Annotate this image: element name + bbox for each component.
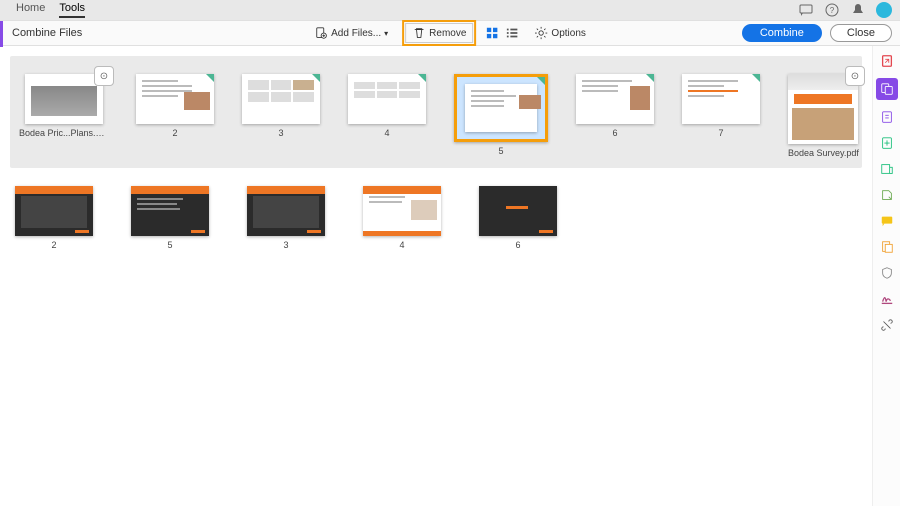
thumbnail-item[interactable]: 5 bbox=[126, 186, 214, 250]
thumbnail-page: 2 bbox=[51, 240, 56, 250]
grid-view-button[interactable] bbox=[484, 25, 500, 41]
page-thumbnail[interactable] bbox=[247, 186, 325, 236]
remove-highlight: Remove bbox=[402, 20, 476, 46]
right-rail bbox=[872, 46, 900, 506]
list-icon bbox=[505, 26, 519, 40]
corner-fold-icon bbox=[312, 74, 320, 82]
corner-fold-icon bbox=[752, 74, 760, 82]
thumbnail-item[interactable]: 6 bbox=[474, 186, 562, 250]
remove-label: Remove bbox=[429, 28, 466, 39]
file-group-row1: ⊙ Bodea Pric...Plans.pptx 2 bbox=[10, 56, 862, 168]
combine-button[interactable]: Combine bbox=[742, 24, 822, 42]
thumbnail-item[interactable]: 2 bbox=[136, 74, 214, 158]
thumbnail-page: 7 bbox=[718, 128, 723, 138]
sign-icon[interactable] bbox=[878, 290, 896, 308]
page-thumbnail[interactable] bbox=[363, 186, 441, 236]
tab-tools[interactable]: Tools bbox=[59, 2, 85, 18]
tool-accent bbox=[0, 21, 3, 47]
remove-button[interactable]: Remove bbox=[405, 23, 473, 43]
combine-icon[interactable] bbox=[876, 78, 898, 100]
app-tabs: Home Tools bbox=[8, 2, 85, 18]
shield-icon[interactable] bbox=[878, 264, 896, 282]
thumbnail-page: 3 bbox=[283, 240, 288, 250]
page-thumbnail[interactable] bbox=[25, 74, 103, 124]
edit-pdf-icon[interactable] bbox=[878, 108, 896, 126]
view-toggle bbox=[484, 25, 520, 41]
trash-icon bbox=[412, 26, 426, 40]
thumbnail-item[interactable]: ⊙ Bodea Pric...Plans.pptx bbox=[20, 74, 108, 158]
svg-text:?: ? bbox=[830, 6, 835, 15]
content-area: ⊙ Bodea Pric...Plans.pptx 2 bbox=[0, 46, 872, 506]
corner-fold-icon bbox=[537, 77, 545, 85]
add-files-button[interactable]: Add Files... ▾ bbox=[308, 22, 394, 44]
expand-button[interactable]: ⊙ bbox=[845, 66, 865, 86]
tool-c-icon[interactable] bbox=[878, 238, 896, 256]
list-view-button[interactable] bbox=[504, 25, 520, 41]
thumbnail-page: 5 bbox=[498, 146, 503, 156]
corner-fold-icon bbox=[418, 74, 426, 82]
add-files-label: Add Files... bbox=[331, 28, 381, 39]
tool-b-icon[interactable] bbox=[878, 186, 896, 204]
thumbnail-item[interactable]: 5 bbox=[454, 74, 548, 158]
page-thumbnail[interactable] bbox=[131, 186, 209, 236]
corner-fold-icon bbox=[206, 74, 214, 82]
top-bar: Home Tools ? bbox=[0, 0, 900, 20]
comment-icon[interactable] bbox=[878, 212, 896, 230]
thumbnail-item[interactable]: 7 bbox=[682, 74, 760, 158]
thumbnail-item[interactable]: ⊙ Bodea Survey.pdf bbox=[788, 74, 859, 158]
thumbnail-page: 6 bbox=[515, 240, 520, 250]
thumbnail-item[interactable]: 2 bbox=[10, 186, 98, 250]
add-files-icon bbox=[314, 26, 328, 40]
toolbar: Combine Files Add Files... ▾ Remove Opti… bbox=[0, 20, 900, 46]
thumbnail-item[interactable]: 6 bbox=[576, 74, 654, 158]
close-button[interactable]: Close bbox=[830, 24, 892, 42]
dropdown-caret-icon: ▾ bbox=[384, 29, 388, 38]
bell-icon[interactable] bbox=[850, 2, 866, 18]
thumbnail-label: Bodea Survey.pdf bbox=[788, 148, 859, 158]
page-thumbnail[interactable] bbox=[479, 186, 557, 236]
options-button[interactable]: Options bbox=[528, 22, 591, 44]
thumbnail-item[interactable]: 3 bbox=[242, 74, 320, 158]
thumbnail-item[interactable]: 4 bbox=[348, 74, 426, 158]
avatar[interactable] bbox=[876, 2, 892, 18]
page-thumbnail[interactable] bbox=[348, 74, 426, 124]
thumbnail-page: 4 bbox=[399, 240, 404, 250]
page-thumbnail[interactable] bbox=[15, 186, 93, 236]
chat-icon[interactable] bbox=[798, 2, 814, 18]
thumbnail-label: Bodea Pric...Plans.pptx bbox=[19, 128, 109, 138]
thumbnail-page: 2 bbox=[172, 128, 177, 138]
corner-fold-icon bbox=[646, 74, 654, 82]
gear-icon bbox=[534, 26, 548, 40]
request-sign-icon[interactable] bbox=[878, 134, 896, 152]
more-tools-icon[interactable] bbox=[878, 316, 896, 334]
thumbnail-page: 5 bbox=[167, 240, 172, 250]
options-label: Options bbox=[551, 28, 585, 39]
thumbnail-item[interactable]: 4 bbox=[358, 186, 446, 250]
expand-button[interactable]: ⊙ bbox=[94, 66, 114, 86]
thumbnail-page: 6 bbox=[612, 128, 617, 138]
file-group-row2: 2 5 3 4 6 bbox=[10, 186, 862, 250]
page-thumbnail[interactable] bbox=[682, 74, 760, 124]
thumbnail-page: 4 bbox=[384, 128, 389, 138]
help-icon[interactable]: ? bbox=[824, 2, 840, 18]
page-thumbnail-selected[interactable] bbox=[454, 74, 548, 142]
page-thumbnail[interactable] bbox=[242, 74, 320, 124]
toolbar-title: Combine Files bbox=[12, 27, 82, 39]
thumbnail-page: 3 bbox=[278, 128, 283, 138]
export-pdf-icon[interactable] bbox=[878, 52, 896, 70]
page-thumbnail[interactable] bbox=[136, 74, 214, 124]
tab-home[interactable]: Home bbox=[16, 2, 45, 18]
page-thumbnail[interactable] bbox=[576, 74, 654, 124]
tool-a-icon[interactable] bbox=[878, 160, 896, 178]
grid-icon bbox=[485, 26, 499, 40]
thumbnail-item[interactable]: 3 bbox=[242, 186, 330, 250]
